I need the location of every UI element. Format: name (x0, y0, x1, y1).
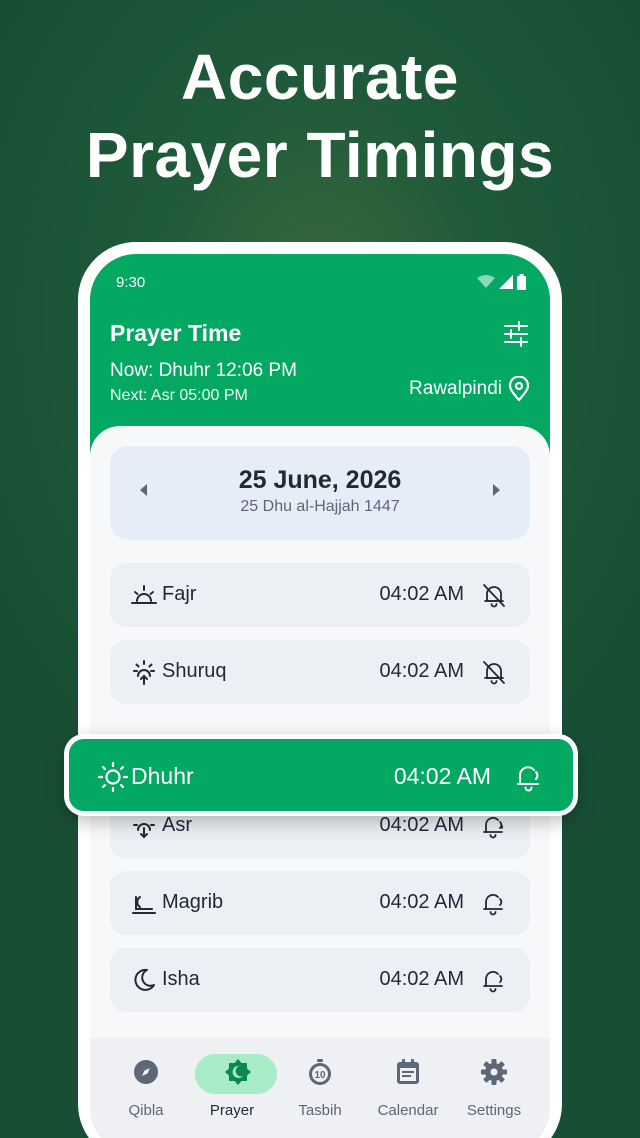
nav-label: Prayer (209, 1102, 255, 1119)
sun-icon (97, 761, 129, 793)
sunrise-icon (131, 585, 157, 604)
status-icons (477, 274, 526, 290)
nav-item-tasbih[interactable]: 10 Tasbih (274, 1050, 366, 1130)
bell-ring-icon[interactable] (513, 761, 545, 793)
sunset-icon (132, 896, 156, 914)
hijri-date: 25 Dhu al-Hajjah 1447 (240, 498, 400, 515)
counter-icon: 10 (309, 1059, 331, 1085)
nav-label: Tasbih (298, 1102, 342, 1119)
bell-ring-icon[interactable] (480, 889, 508, 917)
page-title: Prayer Time (110, 320, 242, 346)
prayer-time: 04:02 AM (379, 583, 464, 605)
prayer-name: Shuruq (162, 660, 227, 682)
location[interactable]: Rawalpindi (409, 376, 530, 402)
prayer-name: Dhuhr (131, 763, 194, 789)
sun-down-icon (133, 823, 155, 839)
current-prayer: Now: Dhuhr 12:06 PM (110, 360, 297, 381)
prayer-name: Asr (162, 814, 192, 836)
filter-icon[interactable] (502, 320, 530, 348)
prayer-name: Fajr (162, 583, 197, 605)
mosque-icon (225, 1059, 251, 1085)
nav-label: Qibla (128, 1102, 164, 1119)
calendar-icon (397, 1059, 419, 1084)
prayer-row-shuruq[interactable]: Shuruq 04:02 AM (110, 640, 530, 704)
prayer-row-dhuhr[interactable]: Dhuhr 04:02 AM (64, 734, 578, 816)
bell-ring-icon[interactable] (480, 812, 508, 840)
prayer-time: 04:02 AM (393, 763, 491, 789)
nav-item-calendar[interactable]: Calendar (362, 1050, 454, 1130)
gear-icon (481, 1059, 507, 1085)
location-pin-icon (508, 376, 530, 402)
wifi-icon (477, 275, 495, 288)
battery-icon (517, 274, 526, 290)
gregorian-date: 25 June, 2026 (238, 466, 402, 494)
prayer-time: 04:02 AM (379, 660, 464, 682)
status-time: 9:30 (116, 274, 146, 291)
compass-icon (134, 1060, 158, 1084)
prayer-row-fajr[interactable]: Fajr 04:02 AM (110, 563, 530, 627)
sun-up-icon (133, 660, 155, 685)
nav-label: Calendar (377, 1102, 439, 1119)
prayer-row-isha[interactable]: Isha 04:02 AM (110, 948, 530, 1012)
prayer-time: 04:02 AM (379, 891, 464, 913)
location-label: Rawalpindi (409, 378, 502, 399)
nav-item-prayer[interactable]: Prayer (186, 1050, 278, 1130)
bell-ring-icon[interactable] (480, 966, 508, 994)
prayer-time: 04:02 AM (379, 968, 464, 990)
prayer-name: Isha (162, 968, 200, 990)
moon-icon (134, 968, 155, 991)
date-selector: 25 June, 2026 25 Dhu al-Hajjah 1447 (110, 446, 530, 540)
next-prayer: Next: Asr 05:00 PM (110, 387, 248, 404)
prayer-time: 04:02 AM (379, 814, 464, 836)
nav-item-qibla[interactable]: Qibla (100, 1050, 192, 1130)
prayer-row-magrib[interactable]: Magrib 04:02 AM (110, 871, 530, 935)
headline-line-2: Prayer Timings (85, 119, 555, 191)
next-day-arrow-icon[interactable] (493, 484, 500, 496)
bell-off-icon[interactable] (480, 581, 508, 609)
bell-off-icon[interactable] (480, 658, 508, 686)
headline-line-1: Accurate (181, 41, 459, 113)
nav-label: Settings (466, 1102, 522, 1119)
signal-icon (499, 275, 513, 289)
prayer-name: Magrib (162, 891, 224, 913)
phone-screen: 9:30 Prayer Time Now: Dhuhr 12:06 PM Nex… (90, 254, 550, 1138)
nav-item-settings[interactable]: Settings (448, 1050, 540, 1130)
bottom-navigation: Qibla Prayer 10 Tasbih Calendar Settings (90, 1038, 550, 1138)
svg-text:10: 10 (314, 1070, 326, 1081)
headline: Accurate Prayer Timings (0, 38, 640, 194)
